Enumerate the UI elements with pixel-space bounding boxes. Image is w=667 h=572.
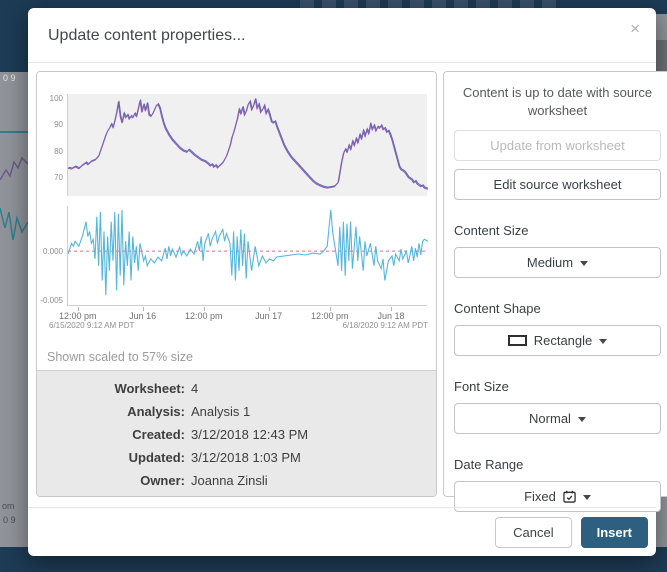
metadata-row: Updated: 3/12/2018 1:03 PM — [37, 450, 436, 473]
metadata-value: Joanna Zinsli — [191, 473, 268, 496]
chevron-down-icon — [583, 495, 591, 500]
content-shape-value: Rectangle — [534, 333, 593, 348]
dialog-footer: Cancel Insert — [28, 507, 656, 556]
background-text-fragment: om — [2, 501, 15, 511]
metadata-label: Analysis: — [37, 404, 185, 427]
worksheet-preview-image: 100908070 0.000-0.005 12:00 pmJun 1612:0… — [37, 72, 436, 344]
worksheet-preview-panel: 100908070 0.000-0.005 12:00 pmJun 1612:0… — [36, 71, 437, 497]
metadata-value: 3/12/2018 12:43 PM — [191, 427, 308, 450]
metadata-label: Worksheet: — [37, 381, 185, 404]
content-size-value: Medium — [527, 255, 573, 270]
cancel-button[interactable]: Cancel — [495, 517, 571, 548]
trend-chart-bottom — [67, 206, 427, 306]
rectangle-shape-icon — [508, 335, 527, 346]
metadata-row: Worksheet: 4 — [37, 381, 436, 404]
metadata-row: Created: 3/12/2018 12:43 PM — [37, 427, 436, 450]
font-size-dropdown[interactable]: Normal — [454, 403, 661, 434]
chevron-down-icon — [580, 261, 588, 266]
metadata-label: Owner: — [37, 473, 185, 496]
metadata-row: Owner: Joanna Zinsli — [37, 473, 436, 496]
sync-status-text: Content is up to date with source worksh… — [454, 84, 661, 119]
metadata-row: Analysis: Analysis 1 — [37, 404, 436, 427]
update-content-properties-dialog: Update content properties... × 100908070… — [28, 8, 656, 556]
background-teal-trend-fragment — [0, 198, 28, 244]
content-options-panel: Content is up to date with source worksh… — [443, 71, 667, 497]
content-size-dropdown[interactable]: Medium — [454, 247, 661, 278]
metadata-value: 3/12/2018 1:03 PM — [191, 450, 301, 473]
date-range-value: Fixed — [524, 489, 556, 504]
metadata-value: Analysis 1 — [191, 404, 250, 427]
screen: 0 9 om 0 9 Update content properties... … — [0, 0, 667, 572]
chevron-down-icon — [578, 417, 586, 422]
scale-note: Shown scaled to 57% size — [37, 344, 436, 370]
metadata-value: 4 — [191, 381, 198, 404]
background-chart-line-fragment — [0, 131, 28, 133]
obscured-page-title — [300, 0, 560, 8]
content-size-label: Content Size — [454, 223, 661, 238]
metadata-label: Created: — [37, 427, 185, 450]
content-shape-dropdown[interactable]: Rectangle — [454, 325, 661, 356]
update-from-worksheet-button[interactable]: Update from worksheet — [454, 130, 661, 161]
background-text-fragment: 0 9 — [3, 515, 16, 525]
chart-start-timestamp: 6/15/2020 9:12 AM PDT — [49, 321, 134, 330]
background-header-left — [0, 0, 28, 72]
dialog-title: Update content properties... — [48, 27, 245, 45]
trend-chart-top — [67, 94, 427, 196]
background-purple-trend-fragment — [0, 150, 28, 190]
insert-button[interactable]: Insert — [581, 517, 648, 548]
close-icon[interactable]: × — [630, 20, 640, 37]
dialog-header: Update content properties... × — [28, 8, 656, 63]
chart-end-timestamp: 6/18/2020 9:12 AM PDT — [343, 321, 428, 330]
font-size-label: Font Size — [454, 379, 661, 394]
date-range-label: Date Range — [454, 457, 661, 472]
edit-source-worksheet-button[interactable]: Edit source worksheet — [454, 169, 661, 200]
calendar-check-icon — [563, 490, 576, 503]
font-size-value: Normal — [529, 411, 571, 426]
metadata-label: Updated: — [37, 450, 185, 473]
chevron-down-icon — [599, 339, 607, 344]
content-shape-label: Content Shape — [454, 301, 661, 316]
background-text-fragment: 0 9 — [3, 73, 16, 83]
worksheet-metadata: Worksheet: 4 Analysis: Analysis 1 Create… — [37, 370, 436, 496]
